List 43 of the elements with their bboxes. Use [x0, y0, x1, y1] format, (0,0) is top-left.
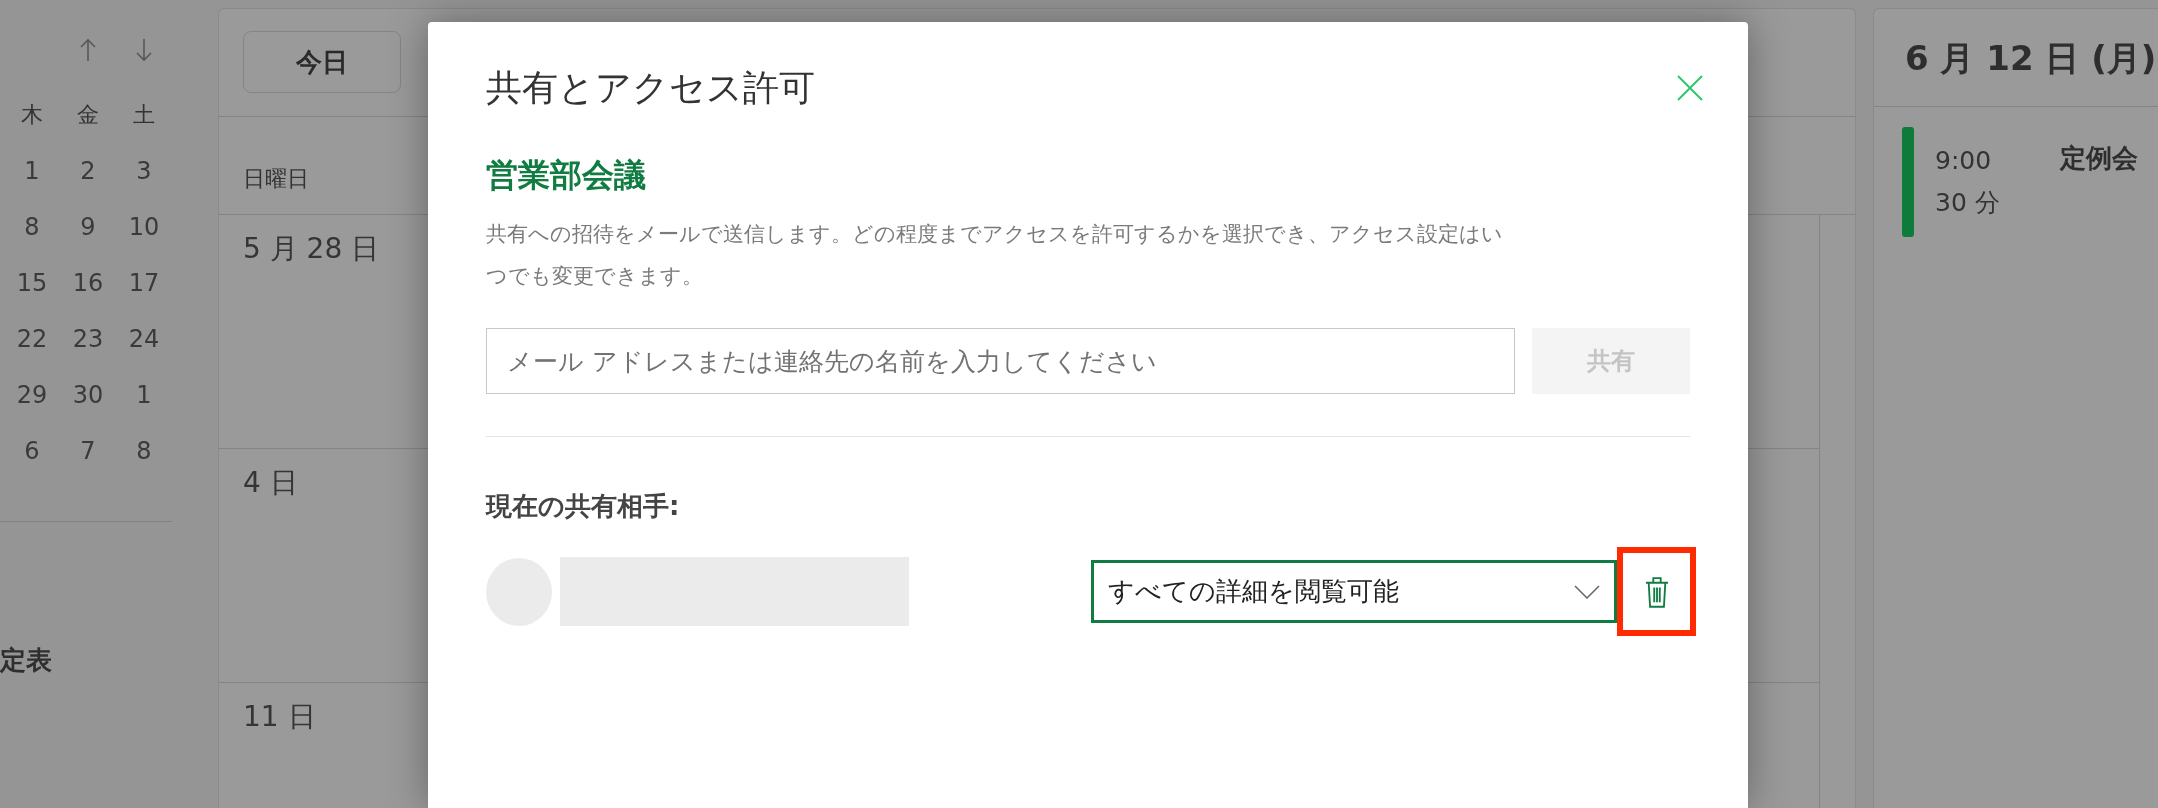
dialog-title: 共有とアクセス許可: [486, 66, 815, 110]
calendar-date[interactable]: 22: [16, 324, 48, 354]
calendar-date[interactable]: 9: [80, 212, 96, 242]
event-time: 9:00: [1935, 145, 1992, 177]
weekday-label: 土: [133, 101, 155, 129]
calendar-date[interactable]: 8: [24, 212, 40, 242]
calendar-date[interactable]: 3: [136, 156, 152, 186]
calendar-date[interactable]: 15: [16, 268, 48, 298]
calendar-date[interactable]: 7: [80, 436, 96, 466]
today-button[interactable]: 今日: [243, 31, 401, 93]
day-header: 日曜日: [243, 166, 309, 191]
email-input[interactable]: メール アドレスまたは連絡先の名前を入力してください: [486, 328, 1515, 394]
calendar-date[interactable]: 1: [136, 380, 152, 410]
calendar-date[interactable]: 2: [80, 156, 96, 186]
weekday-label: 木: [21, 101, 43, 129]
event-name-heading: 営業部会議: [486, 155, 646, 195]
calendar-date[interactable]: 10: [128, 212, 160, 242]
calendar-date[interactable]: 8: [136, 436, 152, 466]
agenda-date: 6 月 12 日 (月): [1905, 36, 2157, 80]
permission-dropdown[interactable]: すべての詳細を閲覧可能: [1091, 560, 1617, 623]
delete-button[interactable]: [1617, 547, 1696, 636]
section-title: 定表: [0, 644, 52, 677]
arrow-down-icon[interactable]: [135, 38, 153, 62]
date-label: 11 日: [243, 700, 316, 733]
close-icon[interactable]: [1676, 74, 1704, 102]
event-title[interactable]: 定例会: [2060, 127, 2138, 176]
calendar-date[interactable]: 30: [72, 380, 104, 410]
calendar-date[interactable]: 16: [72, 268, 104, 298]
trash-icon: [1644, 575, 1669, 608]
event-duration: 30 分: [1935, 187, 2000, 219]
description-text: 共有への招待をメールで送信します。どの程度までアクセスを許可するかを選択でき、アクセス設定はいつでも変更できます。: [486, 221, 1504, 290]
arrow-up-icon[interactable]: [79, 38, 97, 62]
calendar-date[interactable]: 23: [72, 324, 104, 354]
date-label: 5 月 28 日: [243, 232, 380, 265]
shared-with-label: 現在の共有相手:: [486, 490, 680, 522]
chevron-down-icon: [1574, 584, 1600, 599]
weekday-label: 金: [77, 101, 99, 129]
calendar-date[interactable]: 24: [128, 324, 160, 354]
date-label: 4 日: [243, 466, 298, 499]
calendar-date[interactable]: 29: [16, 380, 48, 410]
calendar-date[interactable]: 1: [24, 156, 40, 186]
calendar-date[interactable]: 6: [24, 436, 40, 466]
calendar-date[interactable]: 17: [128, 268, 160, 298]
